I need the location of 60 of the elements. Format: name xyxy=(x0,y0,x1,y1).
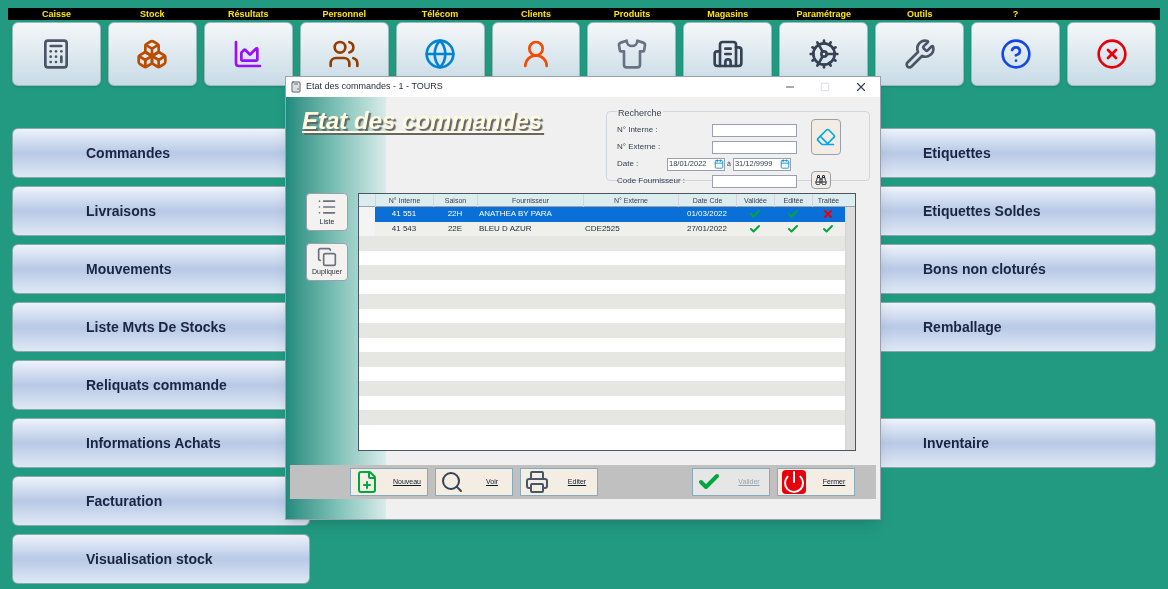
input-field[interactable] xyxy=(712,140,797,154)
table-cell-text: 01/03/2022 xyxy=(685,208,728,220)
power-icon xyxy=(782,470,806,494)
menu-label: Clients xyxy=(521,9,552,19)
menu-label: Produits xyxy=(613,9,651,19)
calendar-icon[interactable] xyxy=(714,159,724,169)
table-cell-text: 22E xyxy=(446,222,464,235)
menu-label: Outils xyxy=(906,9,933,19)
field-label: Code Fournisseur : xyxy=(617,175,687,187)
copy-icon xyxy=(317,246,337,267)
toolbar-button[interactable] xyxy=(971,22,1061,86)
table-cell-text: 22H xyxy=(446,208,464,220)
shirt-icon xyxy=(615,38,648,70)
table-cell-text: 41 543 xyxy=(390,222,418,235)
menu-button[interactable]: Visualisation stock xyxy=(12,534,310,584)
field-label: N° Interne : xyxy=(617,124,659,136)
table-cell-text: 41 551 xyxy=(390,208,418,220)
search-button[interactable] xyxy=(811,171,831,189)
menu-label: Magasins xyxy=(707,9,749,19)
menu-label: Paramétrage xyxy=(796,9,852,19)
globe-icon xyxy=(424,38,457,70)
tools-icon xyxy=(903,38,936,70)
people-icon xyxy=(328,38,361,70)
field-label: Date : xyxy=(617,158,640,170)
scrollbar[interactable] xyxy=(845,207,855,450)
input-field[interactable] xyxy=(712,123,797,137)
menu-label: Stock xyxy=(140,9,165,19)
close-icon xyxy=(1095,38,1128,70)
window-title: Etat des commandes - 1 - TOURS xyxy=(306,80,444,94)
input-field[interactable] xyxy=(712,174,797,188)
menu-label: Personnel xyxy=(322,9,366,19)
toolbar-button[interactable] xyxy=(12,22,101,86)
toolbar-button[interactable] xyxy=(203,22,293,86)
close-icon[interactable] xyxy=(854,80,868,94)
field-label: N° Externe : xyxy=(617,141,662,153)
menu-button[interactable]: Facturation xyxy=(12,476,310,526)
building-icon xyxy=(711,38,744,70)
binoculars-icon xyxy=(815,174,827,186)
table-cell-text: ANATHEA BY PARA xyxy=(478,208,553,220)
boxes-icon xyxy=(136,38,169,70)
menu-label: Résultats xyxy=(228,9,269,19)
table-cell-text: 27/01/2022 xyxy=(685,222,728,235)
new-document-icon xyxy=(355,470,379,494)
clear-button[interactable] xyxy=(811,119,841,155)
help-icon xyxy=(999,38,1032,70)
menu-label: Télécom xyxy=(421,9,459,19)
toolbar-button[interactable] xyxy=(107,22,197,86)
toolbar-button[interactable] xyxy=(1067,22,1156,86)
menu-label: ? xyxy=(1012,9,1019,19)
app-icon xyxy=(290,81,302,93)
table-cell-text: BLEU D AZUR xyxy=(478,222,533,235)
magnifier-icon xyxy=(440,470,464,494)
table-cell: CDE2525 xyxy=(585,223,620,233)
gear-icon xyxy=(807,38,840,70)
eraser-icon xyxy=(816,127,836,147)
menu-label: Caisse xyxy=(41,9,71,19)
group-legend: Recherche xyxy=(618,108,662,118)
calendar-icon[interactable] xyxy=(779,159,790,169)
printer-icon xyxy=(525,470,549,494)
toolbar-button[interactable] xyxy=(875,22,965,86)
